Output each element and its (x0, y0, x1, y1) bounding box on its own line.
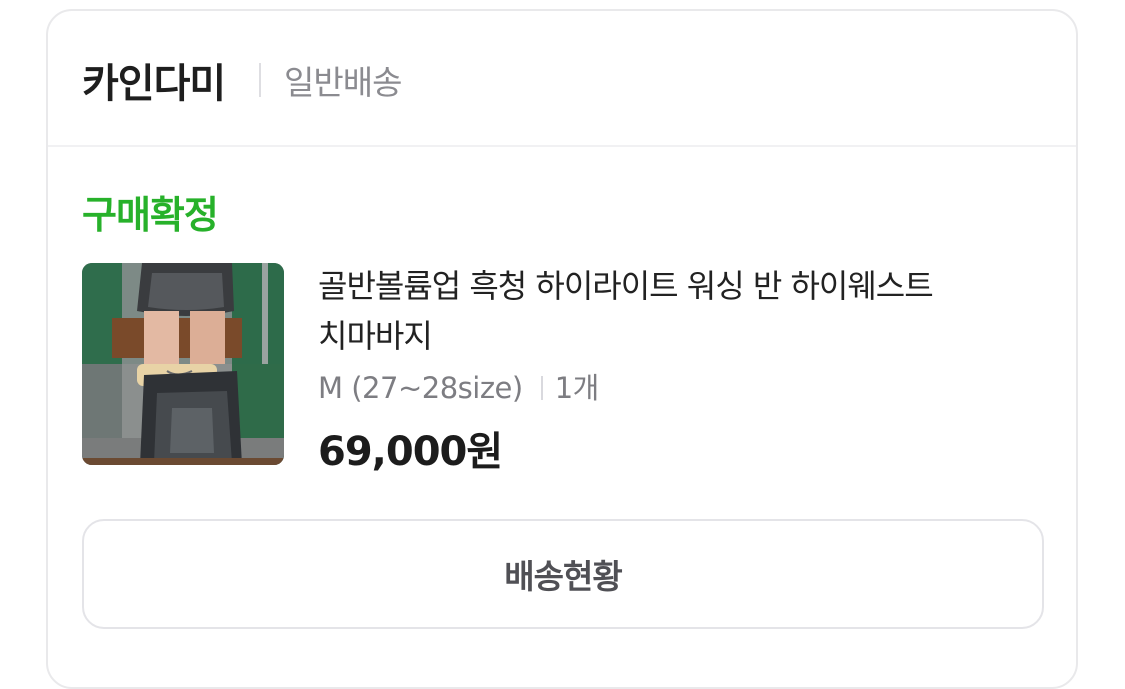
product-price: 69,000원 (318, 429, 503, 475)
option-divider (540, 376, 543, 400)
order-card: 카인다미 일반배송 구매확정 골반볼륨업 흑청 하이라이트 워싱 반 하이웨스트… (46, 9, 1078, 689)
delivery-status-button[interactable]: 배송현황 (82, 519, 1044, 629)
header-divider (259, 63, 261, 97)
seller-name[interactable]: 카인다미 (82, 51, 226, 109)
shipping-type-label: 일반배송 (284, 63, 402, 102)
order-status-label: 구매확정 (82, 193, 219, 237)
seller-header: 카인다미 일반배송 (48, 11, 1076, 147)
product-option-row: M (27~28size) 1개 (318, 365, 599, 407)
product-thumbnail[interactable] (82, 263, 284, 465)
product-option: M (27~28size) (318, 371, 523, 405)
product-photo-icon (82, 263, 284, 465)
product-quantity: 1개 (554, 371, 600, 405)
product-name[interactable]: 골반볼륨업 흑청 하이라이트 워싱 반 하이웨스트 치마바지 (318, 261, 1048, 361)
